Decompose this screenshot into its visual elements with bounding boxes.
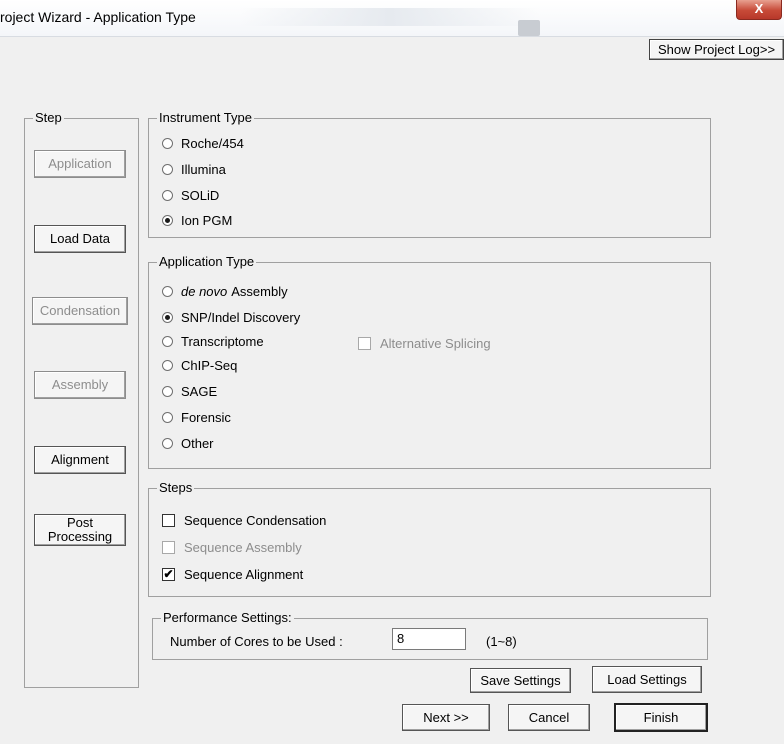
save-settings-label: Save Settings <box>480 672 561 688</box>
application-type-legend: Application Type <box>157 254 257 269</box>
radio-button-icon <box>162 335 173 347</box>
radio-button-selected-icon <box>162 311 173 323</box>
radio-transcriptome-label: Transcriptome <box>181 333 264 349</box>
radio-chip-seq[interactable]: ChIP-Seq <box>162 356 237 374</box>
sequence-condensation-label: Sequence Condensation <box>184 512 327 528</box>
radio-solid-label: SOLiD <box>181 187 220 203</box>
title-bar: roject Wizard - Application Type X <box>0 0 784 37</box>
cores-range-label: (1~8) <box>486 634 517 649</box>
checkbox-sequence-alignment[interactable]: ✔ Sequence Alignment <box>162 565 303 583</box>
radio-forensic-label: Forensic <box>181 409 231 425</box>
load-settings-button[interactable]: Load Settings <box>592 666 702 693</box>
cancel-label: Cancel <box>528 709 570 725</box>
title-bar-control <box>518 20 540 36</box>
close-icon: X <box>754 1 764 16</box>
step-condensation-button[interactable]: Condensation <box>32 297 128 325</box>
radio-transcriptome[interactable]: Transcriptome <box>162 332 264 350</box>
close-button[interactable]: X <box>736 0 782 20</box>
step-panel-legend: Step <box>33 110 64 125</box>
radio-forensic[interactable]: Forensic <box>162 408 231 426</box>
radio-button-icon <box>162 189 173 201</box>
cores-label: Number of Cores to be Used : <box>170 634 343 649</box>
step-assembly-label: Assembly <box>51 377 109 392</box>
radio-solid[interactable]: SOLiD <box>162 186 219 204</box>
cancel-button[interactable]: Cancel <box>508 704 590 731</box>
checkbox-icon <box>358 336 371 350</box>
radio-button-icon <box>162 285 173 297</box>
next-label: Next >> <box>423 709 469 725</box>
radio-button-icon <box>162 163 173 175</box>
radio-illumina-label: Illumina <box>181 161 226 177</box>
radio-sage[interactable]: SAGE <box>162 382 217 400</box>
step-load-data-label: Load Data <box>50 231 110 246</box>
sequence-alignment-label: Sequence Alignment <box>184 566 304 582</box>
radio-de-novo-label: Assembly <box>231 283 288 299</box>
radio-roche-454-label: Roche/454 <box>181 135 244 151</box>
finish-label: Finish <box>643 709 679 725</box>
title-bar-background <box>240 8 540 26</box>
radio-button-icon <box>162 359 173 371</box>
radio-illumina[interactable]: Illumina <box>162 160 226 178</box>
step-load-data-button[interactable]: Load Data <box>34 225 126 253</box>
save-settings-button[interactable]: Save Settings <box>470 668 571 693</box>
next-button[interactable]: Next >> <box>402 704 490 731</box>
radio-chip-seq-label: ChIP-Seq <box>181 357 238 373</box>
steps-legend: Steps <box>157 480 195 495</box>
radio-ion-pgm[interactable]: Ion PGM <box>162 211 232 229</box>
step-post-processing-label: Post Processing <box>47 515 113 544</box>
radio-de-novo-assembly[interactable]: de novo Assembly <box>162 282 288 300</box>
radio-snp-indel-label: SNP/Indel Discovery <box>181 309 301 325</box>
checkbox-alternative-splicing[interactable]: Alternative Splicing <box>358 334 491 352</box>
performance-settings-legend: Performance Settings: <box>161 610 294 625</box>
step-condensation-label: Condensation <box>39 303 121 318</box>
radio-button-icon <box>162 437 173 449</box>
instrument-type-legend: Instrument Type <box>157 110 254 125</box>
step-alignment-button[interactable]: Alignment <box>34 446 126 474</box>
step-alignment-label: Alignment <box>51 452 109 467</box>
sequence-assembly-label: Sequence Assembly <box>184 539 302 555</box>
radio-button-icon <box>162 385 173 397</box>
step-assembly-button[interactable]: Assembly <box>34 371 126 399</box>
show-project-log-label: Show Project Log>> <box>657 41 776 57</box>
radio-ion-pgm-label: Ion PGM <box>181 212 233 228</box>
radio-other[interactable]: Other <box>162 434 214 452</box>
radio-other-label: Other <box>181 435 214 451</box>
checkbox-icon <box>162 540 175 554</box>
cores-input[interactable]: 8 <box>392 628 466 650</box>
finish-button[interactable]: Finish <box>614 703 708 732</box>
checkbox-sequence-condensation[interactable]: Sequence Condensation <box>162 511 326 529</box>
checkbox-icon <box>162 513 175 527</box>
checkbox-sequence-assembly[interactable]: Sequence Assembly <box>162 538 302 556</box>
radio-button-selected-icon <box>162 214 173 226</box>
checkbox-checked-icon: ✔ <box>162 566 175 581</box>
load-settings-label: Load Settings <box>607 671 687 687</box>
radio-button-icon <box>162 411 173 423</box>
radio-roche-454[interactable]: Roche/454 <box>162 134 244 152</box>
step-panel: Step <box>24 110 139 688</box>
step-application-button[interactable]: Application <box>34 150 126 178</box>
window-title: roject Wizard - Application Type <box>0 9 196 25</box>
show-project-log-button[interactable]: Show Project Log>> <box>649 39 784 60</box>
step-application-label: Application <box>48 156 112 171</box>
step-post-processing-button[interactable]: Post Processing <box>34 514 126 546</box>
radio-sage-label: SAGE <box>181 383 218 399</box>
alternative-splicing-label: Alternative Splicing <box>380 335 491 351</box>
check-icon: ✔ <box>163 566 174 581</box>
radio-de-novo-label-italic: de novo <box>181 283 228 299</box>
radio-snp-indel-discovery[interactable]: SNP/Indel Discovery <box>162 308 300 326</box>
radio-button-icon <box>162 137 173 149</box>
